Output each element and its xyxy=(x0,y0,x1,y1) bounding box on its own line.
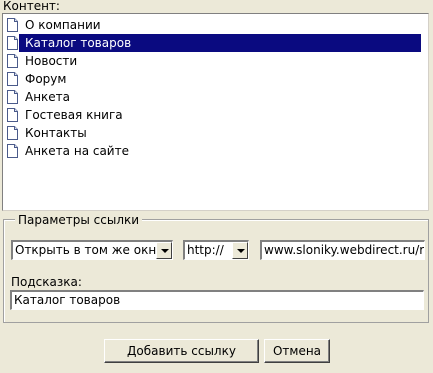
list-item-label: Контакты xyxy=(25,126,87,140)
list-item-1[interactable]: Каталог товаров xyxy=(3,34,428,52)
document-icon xyxy=(7,90,18,104)
link-params-legend: Параметры ссылки xyxy=(15,213,143,227)
document-icon xyxy=(7,18,18,32)
list-item-3[interactable]: Форум xyxy=(3,70,428,88)
list-item-label: Каталог товаров xyxy=(19,34,421,52)
cancel-button[interactable]: Отмена xyxy=(264,339,330,363)
link-params-group: Параметры ссылки Открыть в том же окне h… xyxy=(3,213,429,323)
content-list: О компании Каталог товаров Новости Форум… xyxy=(3,16,428,160)
list-item-label: Новости xyxy=(25,54,78,68)
target-select-value: Открыть в том же окне xyxy=(15,243,157,257)
list-item-0[interactable]: О компании xyxy=(3,16,428,34)
list-item-5[interactable]: Гостевая книга xyxy=(3,106,428,124)
dropdown-arrow-icon[interactable] xyxy=(232,242,248,259)
url-input[interactable]: www.sloniky.webdirect.ru/ru xyxy=(260,240,425,260)
list-item-2[interactable]: Новости xyxy=(3,52,428,70)
list-item-6[interactable]: Контакты xyxy=(3,124,428,142)
content-listbox[interactable]: О компании Каталог товаров Новости Форум… xyxy=(2,13,429,211)
document-icon xyxy=(7,126,18,140)
list-item-label: Анкета xyxy=(25,90,71,104)
add-link-button[interactable]: Добавить ссылку xyxy=(104,339,259,363)
list-item-4[interactable]: Анкета xyxy=(3,88,428,106)
hint-label: Подсказка: xyxy=(11,275,82,289)
document-icon xyxy=(7,54,18,68)
list-item-label: Гостевая книга xyxy=(25,108,123,122)
document-icon xyxy=(7,72,18,86)
list-item-label: Форум xyxy=(25,72,67,86)
hint-input[interactable]: Каталог товаров xyxy=(10,290,424,310)
document-icon xyxy=(7,144,18,158)
protocol-select[interactable]: http:// xyxy=(183,240,249,260)
list-item-label: О компании xyxy=(25,18,101,32)
document-icon xyxy=(7,108,18,122)
list-item-7[interactable]: Анкета на сайте xyxy=(3,142,428,160)
document-icon xyxy=(7,36,18,50)
target-select[interactable]: Открыть в том же окне xyxy=(11,240,173,260)
dropdown-arrow-icon[interactable] xyxy=(156,242,172,259)
list-item-label: Анкета на сайте xyxy=(25,144,129,158)
content-label: Контент: xyxy=(3,0,60,13)
protocol-select-value: http:// xyxy=(187,243,224,257)
